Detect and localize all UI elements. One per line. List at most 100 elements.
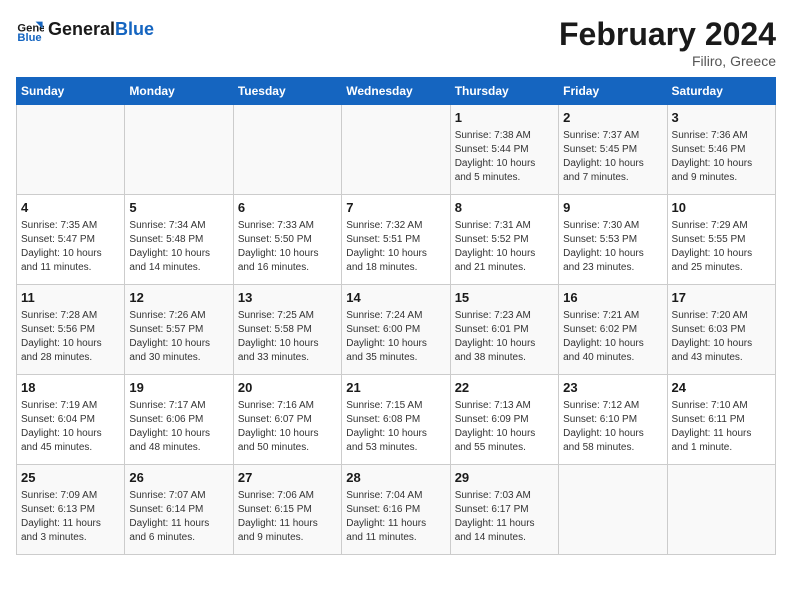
calendar-cell: 21 Sunrise: 7:15 AM Sunset: 6:08 PM Dayli… bbox=[342, 375, 450, 465]
calendar-cell: 29 Sunrise: 7:03 AM Sunset: 6:17 PM Dayli… bbox=[450, 465, 558, 555]
calendar-cell: 7 Sunrise: 7:32 AM Sunset: 5:51 PM Daylig… bbox=[342, 195, 450, 285]
day-header-wednesday: Wednesday bbox=[342, 78, 450, 105]
calendar-cell: 18 Sunrise: 7:19 AM Sunset: 6:04 PM Dayli… bbox=[17, 375, 125, 465]
calendar-cell: 10 Sunrise: 7:29 AM Sunset: 5:55 PM Dayli… bbox=[667, 195, 775, 285]
day-number: 15 bbox=[455, 289, 554, 307]
day-number: 13 bbox=[238, 289, 337, 307]
day-number: 10 bbox=[672, 199, 771, 217]
calendar-week-1: 1 Sunrise: 7:38 AM Sunset: 5:44 PM Daylig… bbox=[17, 105, 776, 195]
logo: General Blue GeneralBlue bbox=[16, 16, 154, 44]
day-info: Sunrise: 7:38 AM Sunset: 5:44 PM Dayligh… bbox=[455, 129, 554, 185]
calendar-cell bbox=[559, 465, 667, 555]
day-info: Sunrise: 7:28 AM Sunset: 5:56 PM Dayligh… bbox=[21, 309, 120, 365]
day-number: 4 bbox=[21, 199, 120, 217]
calendar-cell: 13 Sunrise: 7:25 AM Sunset: 5:58 PM Dayli… bbox=[233, 285, 341, 375]
calendar-table: SundayMondayTuesdayWednesdayThursdayFrid… bbox=[16, 77, 776, 555]
page-header: General Blue GeneralBlue February 2024 F… bbox=[16, 16, 776, 69]
calendar-cell: 5Sunrise: 7:34 AM Sunset: 5:48 PM Daylig… bbox=[125, 195, 233, 285]
day-info: Sunrise: 7:32 AM Sunset: 5:51 PM Dayligh… bbox=[346, 219, 445, 275]
day-info: Sunrise: 7:16 AM Sunset: 6:07 PM Dayligh… bbox=[238, 399, 337, 455]
day-number: 16 bbox=[563, 289, 662, 307]
calendar-cell: 25 Sunrise: 7:09 AM Sunset: 6:13 PM Dayli… bbox=[17, 465, 125, 555]
day-info: Sunrise: 7:03 AM Sunset: 6:17 PM Dayligh… bbox=[455, 489, 554, 545]
calendar-cell: 2 Sunrise: 7:37 AM Sunset: 5:45 PM Daylig… bbox=[559, 105, 667, 195]
day-number: 19 bbox=[129, 379, 228, 397]
calendar-cell: 15 Sunrise: 7:23 AM Sunset: 6:01 PM Dayli… bbox=[450, 285, 558, 375]
day-number: 29 bbox=[455, 469, 554, 487]
calendar-cell: 12 Sunrise: 7:26 AM Sunset: 5:57 PM Dayli… bbox=[125, 285, 233, 375]
calendar-cell: 16 Sunrise: 7:21 AM Sunset: 6:02 PM Dayli… bbox=[559, 285, 667, 375]
calendar-week-4: 18 Sunrise: 7:19 AM Sunset: 6:04 PM Dayli… bbox=[17, 375, 776, 465]
day-info: Sunrise: 7:04 AM Sunset: 6:16 PM Dayligh… bbox=[346, 489, 445, 545]
day-info: Sunrise: 7:23 AM Sunset: 6:01 PM Dayligh… bbox=[455, 309, 554, 365]
day-number: 11 bbox=[21, 289, 120, 307]
calendar-cell: 20 Sunrise: 7:16 AM Sunset: 6:07 PM Dayli… bbox=[233, 375, 341, 465]
month-title: February 2024 bbox=[559, 16, 776, 53]
day-header-sunday: Sunday bbox=[17, 78, 125, 105]
day-info: Sunrise: 7:10 AM Sunset: 6:11 PM Dayligh… bbox=[672, 399, 771, 455]
day-info: Sunrise: 7:19 AM Sunset: 6:04 PM Dayligh… bbox=[21, 399, 120, 455]
day-number: 12 bbox=[129, 289, 228, 307]
day-number: 7 bbox=[346, 199, 445, 217]
day-info: Sunrise: 7:31 AM Sunset: 5:52 PM Dayligh… bbox=[455, 219, 554, 275]
day-info: Sunrise: 7:15 AM Sunset: 6:08 PM Dayligh… bbox=[346, 399, 445, 455]
day-header-friday: Friday bbox=[559, 78, 667, 105]
day-info: Sunrise: 7:36 AM Sunset: 5:46 PM Dayligh… bbox=[672, 129, 771, 185]
day-info: Sunrise: 7:33 AM Sunset: 5:50 PM Dayligh… bbox=[238, 219, 337, 275]
day-info: Sunrise: 7:20 AM Sunset: 6:03 PM Dayligh… bbox=[672, 309, 771, 365]
day-number: 1 bbox=[455, 109, 554, 127]
calendar-header-row: SundayMondayTuesdayWednesdayThursdayFrid… bbox=[17, 78, 776, 105]
day-info: Sunrise: 7:09 AM Sunset: 6:13 PM Dayligh… bbox=[21, 489, 120, 545]
calendar-cell: 1 Sunrise: 7:38 AM Sunset: 5:44 PM Daylig… bbox=[450, 105, 558, 195]
day-number: 8 bbox=[455, 199, 554, 217]
day-number: 24 bbox=[672, 379, 771, 397]
calendar-cell: 26Sunrise: 7:07 AM Sunset: 6:14 PM Dayli… bbox=[125, 465, 233, 555]
calendar-cell bbox=[342, 105, 450, 195]
calendar-cell bbox=[125, 105, 233, 195]
day-info: Sunrise: 7:06 AM Sunset: 6:15 PM Dayligh… bbox=[238, 489, 337, 545]
calendar-week-5: 25 Sunrise: 7:09 AM Sunset: 6:13 PM Dayli… bbox=[17, 465, 776, 555]
day-header-tuesday: Tuesday bbox=[233, 78, 341, 105]
calendar-week-3: 11 Sunrise: 7:28 AM Sunset: 5:56 PM Dayli… bbox=[17, 285, 776, 375]
svg-text:Blue: Blue bbox=[17, 32, 41, 44]
day-number: 25 bbox=[21, 469, 120, 487]
day-header-monday: Monday bbox=[125, 78, 233, 105]
calendar-week-2: 4Sunrise: 7:35 AM Sunset: 5:47 PM Daylig… bbox=[17, 195, 776, 285]
calendar-cell bbox=[233, 105, 341, 195]
title-block: February 2024 Filiro, Greece bbox=[559, 16, 776, 69]
day-number: 27 bbox=[238, 469, 337, 487]
day-info: Sunrise: 7:07 AM Sunset: 6:14 PM Dayligh… bbox=[129, 489, 228, 545]
day-number: 14 bbox=[346, 289, 445, 307]
calendar-cell: 4Sunrise: 7:35 AM Sunset: 5:47 PM Daylig… bbox=[17, 195, 125, 285]
day-number: 6 bbox=[238, 199, 337, 217]
location-subtitle: Filiro, Greece bbox=[559, 53, 776, 69]
day-info: Sunrise: 7:26 AM Sunset: 5:57 PM Dayligh… bbox=[129, 309, 228, 365]
day-info: Sunrise: 7:17 AM Sunset: 6:06 PM Dayligh… bbox=[129, 399, 228, 455]
day-number: 22 bbox=[455, 379, 554, 397]
calendar-cell: 17Sunrise: 7:20 AM Sunset: 6:03 PM Dayli… bbox=[667, 285, 775, 375]
day-header-saturday: Saturday bbox=[667, 78, 775, 105]
day-info: Sunrise: 7:25 AM Sunset: 5:58 PM Dayligh… bbox=[238, 309, 337, 365]
logo-blue: Blue bbox=[115, 19, 154, 39]
calendar-cell: 3Sunrise: 7:36 AM Sunset: 5:46 PM Daylig… bbox=[667, 105, 775, 195]
day-info: Sunrise: 7:37 AM Sunset: 5:45 PM Dayligh… bbox=[563, 129, 662, 185]
calendar-cell bbox=[17, 105, 125, 195]
calendar-cell: 8 Sunrise: 7:31 AM Sunset: 5:52 PM Daylig… bbox=[450, 195, 558, 285]
calendar-cell: 11 Sunrise: 7:28 AM Sunset: 5:56 PM Dayli… bbox=[17, 285, 125, 375]
calendar-cell: 22 Sunrise: 7:13 AM Sunset: 6:09 PM Dayli… bbox=[450, 375, 558, 465]
day-number: 20 bbox=[238, 379, 337, 397]
day-number: 2 bbox=[563, 109, 662, 127]
logo-general: General bbox=[48, 19, 115, 39]
day-info: Sunrise: 7:13 AM Sunset: 6:09 PM Dayligh… bbox=[455, 399, 554, 455]
day-number: 18 bbox=[21, 379, 120, 397]
day-info: Sunrise: 7:21 AM Sunset: 6:02 PM Dayligh… bbox=[563, 309, 662, 365]
calendar-cell: 23Sunrise: 7:12 AM Sunset: 6:10 PM Dayli… bbox=[559, 375, 667, 465]
logo-icon: General Blue bbox=[16, 16, 44, 44]
calendar-cell: 28Sunrise: 7:04 AM Sunset: 6:16 PM Dayli… bbox=[342, 465, 450, 555]
day-info: Sunrise: 7:29 AM Sunset: 5:55 PM Dayligh… bbox=[672, 219, 771, 275]
calendar-cell: 6 Sunrise: 7:33 AM Sunset: 5:50 PM Daylig… bbox=[233, 195, 341, 285]
day-info: Sunrise: 7:24 AM Sunset: 6:00 PM Dayligh… bbox=[346, 309, 445, 365]
calendar-cell: 19 Sunrise: 7:17 AM Sunset: 6:06 PM Dayli… bbox=[125, 375, 233, 465]
day-number: 21 bbox=[346, 379, 445, 397]
day-info: Sunrise: 7:12 AM Sunset: 6:10 PM Dayligh… bbox=[563, 399, 662, 455]
